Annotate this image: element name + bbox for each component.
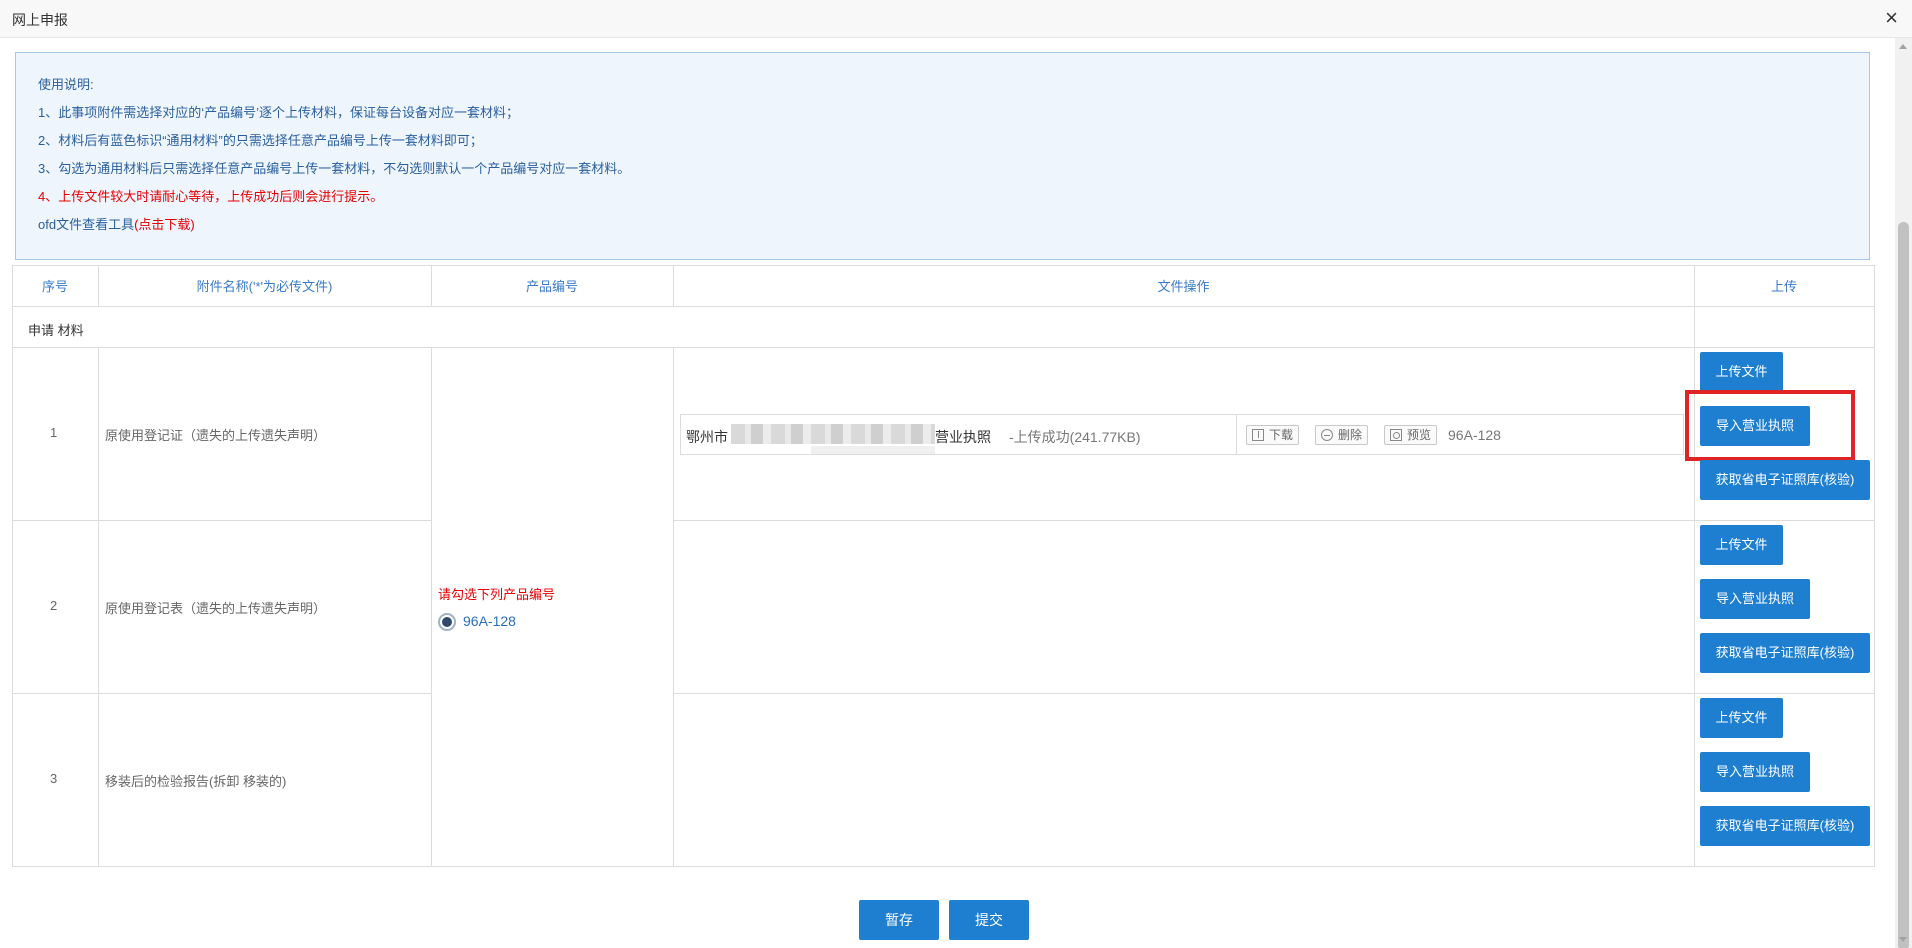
download-button[interactable]: 下载: [1246, 425, 1300, 445]
dialog-titlebar: 网上申报 ×: [0, 0, 1912, 38]
instructions-panel: 使用说明: 1、此事项附件需选择对应的‘产品编号’逐个上传材料，保证每台设备对应…: [15, 52, 1870, 260]
scroll-up-icon[interactable]: [1899, 44, 1907, 49]
file-row-divider: [1236, 415, 1237, 454]
file-product-code: 96A-128: [1448, 427, 1501, 443]
ofd-download-link[interactable]: (点击下载): [134, 217, 195, 232]
fetch-ecert-button[interactable]: 获取省电子证照库(核验): [1700, 633, 1870, 673]
product-radio[interactable]: [438, 613, 456, 631]
scroll-down-icon[interactable]: [1899, 937, 1907, 942]
row-index: 2: [50, 598, 58, 613]
table-border: [12, 347, 1875, 348]
file-name-prefix: 鄂州市: [686, 429, 728, 445]
redacted-filename-shadow: [811, 446, 935, 454]
instructions-line-1: 1、此事项附件需选择对应的‘产品编号’逐个上传材料，保证每台设备对应一套材料；: [38, 105, 520, 120]
file-name-suffix: 营业执照: [935, 429, 991, 445]
fetch-ecert-button[interactable]: 获取省电子证照库(核验): [1700, 460, 1870, 500]
instructions-line-2: 2、材料后有蓝色标识“通用材料”的只需选择任意产品编号上传一套材料即可；: [38, 133, 483, 148]
download-label: 下载: [1269, 428, 1294, 442]
header-attachment-name: 附件名称('*'为必传文件): [196, 279, 333, 294]
row-index: 3: [50, 771, 58, 786]
row-index: 1: [50, 425, 58, 440]
header-file-actions: 文件操作: [1157, 279, 1210, 294]
header-upload: 上传: [1770, 279, 1797, 294]
delete-button[interactable]: 删除: [1315, 425, 1369, 445]
highlight-box: [1685, 390, 1855, 461]
table-border: [12, 693, 432, 694]
header-index: 序号: [41, 279, 68, 294]
instructions-line-3: 3、勾选为通用材料后只需选择任意产品编号上传一套材料，不勾选则默认一个产品编号对…: [38, 161, 631, 176]
table-border: [1874, 265, 1875, 867]
table-border: [1694, 265, 1695, 867]
upload-status: -上传成功(241.77KB): [1009, 429, 1141, 445]
scrollbar-thumb[interactable]: [1898, 222, 1909, 948]
product-radio-label[interactable]: 96A-128: [463, 613, 516, 629]
ofd-tool-label: ofd文件查看工具: [38, 217, 135, 232]
table-border: [98, 347, 99, 867]
save-draft-button[interactable]: 暂存: [859, 900, 939, 940]
submit-button[interactable]: 提交: [949, 900, 1029, 940]
row-attachment-name: 移装后的检验报告(拆卸 移装的): [105, 774, 287, 789]
instructions-heading: 使用说明:: [38, 77, 94, 92]
product-select-prompt: 请勾选下列产品编号: [438, 587, 556, 602]
section-label: 申请 材料: [28, 323, 84, 338]
ofd-tool-line: ofd文件查看工具(点击下载): [38, 217, 1869, 245]
download-icon: [1252, 429, 1264, 441]
import-business-license-button[interactable]: 导入营业执照: [1700, 579, 1810, 619]
redacted-filename: [731, 424, 935, 444]
table-border: [431, 347, 432, 867]
upload-file-button[interactable]: 上传文件: [1700, 698, 1783, 738]
upload-file-button[interactable]: 上传文件: [1700, 525, 1783, 565]
upload-file-button[interactable]: 上传文件: [1700, 352, 1783, 392]
table-border: [12, 866, 1875, 867]
preview-icon: [1390, 429, 1402, 441]
close-icon[interactable]: ×: [1885, 6, 1898, 30]
uploaded-file-row: 鄂州市 营业执照 -上传成功(241.77KB) 下载 删除 预览 96A-12…: [680, 414, 1684, 455]
dialog-title: 网上申报: [12, 12, 68, 28]
instructions-line-4: 4、上传文件较大时请耐心等待，上传成功后则会进行提示。: [38, 189, 384, 204]
delete-icon: [1321, 429, 1333, 441]
vertical-scrollbar[interactable]: [1895, 38, 1912, 948]
row-attachment-name: 原使用登记证（遗失的上传遗失声明）: [105, 428, 327, 443]
table-border: [12, 265, 13, 867]
radio-selected-dot: [442, 617, 452, 627]
preview-label: 预览: [1407, 428, 1432, 442]
import-business-license-button[interactable]: 导入营业执照: [1700, 752, 1810, 792]
fetch-ecert-button[interactable]: 获取省电子证照库(核验): [1700, 806, 1870, 846]
row-attachment-name: 原使用登记表（遗失的上传遗失声明）: [105, 601, 327, 616]
preview-button[interactable]: 预览: [1384, 425, 1438, 445]
header-product-code: 产品编号: [525, 279, 578, 294]
table-border: [12, 520, 432, 521]
table-border: [673, 347, 674, 867]
delete-label: 删除: [1338, 428, 1363, 442]
